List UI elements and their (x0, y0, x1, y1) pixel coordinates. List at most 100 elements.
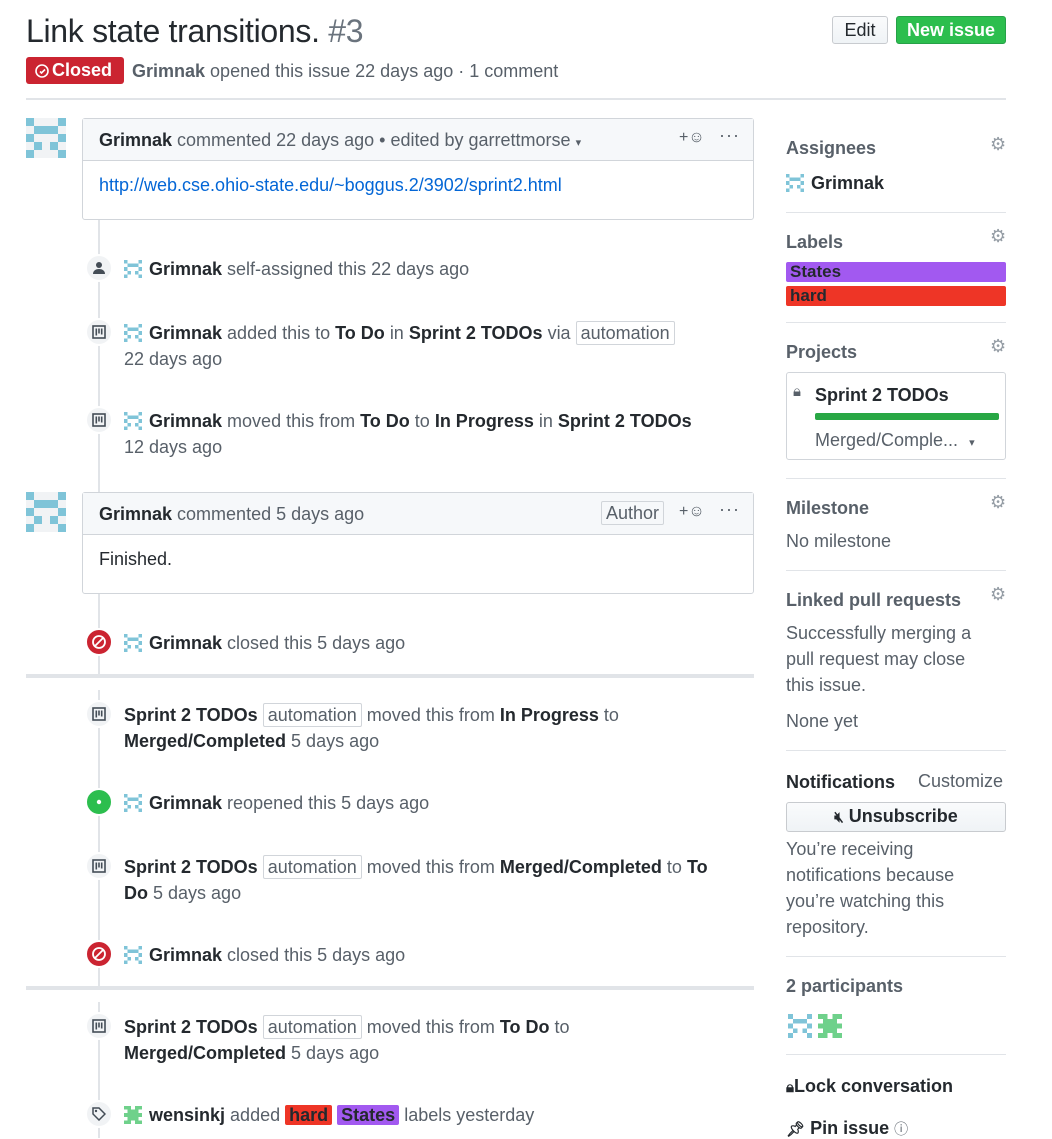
event-project-link[interactable]: Sprint 2 TODOs (409, 323, 543, 343)
project-icon (85, 852, 113, 880)
mini-avatar[interactable] (124, 945, 142, 964)
add-reaction-icon[interactable]: +☺ (679, 129, 705, 147)
edit-button[interactable]: Edit (832, 16, 888, 44)
event-actor[interactable]: Grimnak (149, 323, 222, 343)
event-text: in (389, 323, 404, 343)
unsubscribe-button[interactable]: 🔇︎ Unsubscribe (786, 802, 1006, 832)
issue-title-text: Link state transitions. (26, 13, 320, 49)
lock-icon: 🔒︎ (793, 383, 801, 400)
event-from-column: To Do (360, 411, 410, 431)
event-text: moved this from (366, 705, 495, 725)
comment-body: http://web.cse.ohio-state.edu/~boggus.2/… (83, 161, 753, 210)
project-icon (85, 1012, 113, 1040)
project-progress-fill (815, 413, 999, 420)
mini-avatar[interactable] (124, 323, 142, 342)
event-time[interactable]: 22 days ago (124, 349, 222, 369)
mini-avatar[interactable] (124, 259, 142, 278)
caret-down-icon[interactable]: ▾ (576, 137, 582, 149)
issue-author-link[interactable]: Grimnak (132, 61, 205, 81)
event-actor[interactable]: Grimnak (149, 633, 222, 653)
event-time[interactable]: 12 days ago (124, 437, 222, 457)
linked-prs-value: None yet (786, 711, 859, 731)
event-actor[interactable]: wensinkj (149, 1105, 225, 1125)
event-text: labels yesterday (404, 1105, 535, 1125)
comment-author[interactable]: Grimnak (99, 130, 172, 150)
info-icon[interactable]: ⓘ (894, 1121, 908, 1137)
comment-author[interactable]: Grimnak (99, 504, 172, 524)
comment-meta[interactable]: commented 22 days ago • edited by garret… (177, 130, 571, 150)
mini-avatar[interactable] (124, 411, 142, 430)
comment-meta[interactable]: commented 5 days ago (177, 504, 364, 524)
comment-link[interactable]: http://web.cse.ohio-state.edu/~boggus.2/… (99, 175, 562, 195)
notifications-desc-line: repository. (786, 917, 869, 937)
event-from-column: To Do (499, 1017, 550, 1037)
gear-icon[interactable]: ⚙ (990, 336, 1006, 357)
labels-heading[interactable]: Labels (786, 232, 843, 253)
event-to-column: Merged/Completed (124, 1043, 287, 1063)
sidebar-divider (786, 478, 1006, 479)
linked-prs-heading[interactable]: Linked pull requests (786, 590, 961, 611)
timeline-divider (26, 674, 754, 678)
event-text: closed this 5 days ago (227, 945, 406, 965)
project-name[interactable]: Sprint 2 TODOs (815, 385, 949, 406)
label-hard[interactable]: hard (285, 1105, 333, 1125)
tag-icon (85, 1100, 113, 1128)
sidebar-divider (786, 212, 1006, 213)
avatar[interactable] (26, 492, 66, 532)
assignees-heading[interactable]: Assignees (786, 138, 876, 159)
event-project-link[interactable]: Sprint 2 TODOs (124, 705, 258, 725)
gear-icon[interactable]: ⚙ (990, 492, 1006, 513)
add-reaction-icon[interactable]: +☺ (679, 503, 705, 521)
event-actor[interactable]: Grimnak (149, 945, 222, 965)
timeline-event-reopened: Grimnak reopened this 5 days ago (124, 790, 429, 816)
gear-icon[interactable]: ⚙ (990, 226, 1006, 247)
timeline-event-added-to-project: Grimnak added this to To Do in Sprint 2 … (124, 320, 744, 372)
milestone-heading[interactable]: Milestone (786, 498, 869, 519)
label-states[interactable]: States (786, 262, 1006, 282)
event-time[interactable]: 5 days ago (153, 883, 241, 903)
mini-avatar[interactable] (124, 1105, 142, 1124)
label-hard[interactable]: hard (786, 286, 1006, 306)
author-badge: Author (601, 501, 665, 525)
pin-issue-button[interactable]: 📌︎ Pin issue ⓘ (786, 1118, 908, 1139)
event-actor[interactable]: Grimnak (149, 411, 222, 431)
gear-icon[interactable]: ⚙ (990, 134, 1006, 155)
notifications-desc-line: You’re receiving (786, 839, 914, 859)
mini-avatar[interactable] (124, 793, 142, 812)
event-text: to (414, 411, 430, 431)
event-text: via (547, 323, 571, 343)
avatar[interactable] (26, 118, 66, 158)
linked-prs-desc-line: Successfully merging a (786, 623, 972, 643)
projects-heading[interactable]: Projects (786, 342, 857, 363)
event-time[interactable]: 5 days ago (291, 731, 379, 751)
gear-icon[interactable]: ⚙ (990, 584, 1006, 605)
project-column-select[interactable]: Merged/Comple... ▾ (815, 430, 975, 451)
comment-body: Finished. (99, 549, 173, 569)
assignee-name: Grimnak (811, 173, 885, 193)
project-icon (85, 318, 113, 346)
event-time[interactable]: 5 days ago (291, 1043, 379, 1063)
linked-prs-desc-line: this issue. (786, 675, 867, 695)
event-project-link[interactable]: Sprint 2 TODOs (124, 857, 258, 877)
event-column: To Do (335, 323, 385, 343)
event-actor[interactable]: Grimnak (149, 259, 222, 279)
new-issue-button[interactable]: New issue (896, 16, 1006, 44)
event-project-link[interactable]: Sprint 2 TODOs (558, 411, 692, 431)
issue-title: Link state transitions. #3 (26, 10, 364, 52)
event-actor[interactable]: Grimnak (149, 793, 222, 813)
assignee-item[interactable]: Grimnak (786, 173, 884, 194)
participant-avatar[interactable] (818, 1014, 842, 1038)
mini-avatar[interactable] (124, 633, 142, 652)
label-states[interactable]: States (337, 1105, 400, 1125)
more-options-icon[interactable]: ··· (719, 499, 740, 520)
timeline-event-labeled: wensinkj added hard States labels yester… (124, 1102, 534, 1128)
customize-link[interactable]: Customize (918, 768, 1003, 794)
participant-avatar[interactable] (788, 1014, 812, 1038)
sidebar-divider (786, 956, 1006, 957)
lock-conversation-button[interactable]: 🔒︎Lock conversation (786, 1076, 953, 1097)
event-project-link[interactable]: Sprint 2 TODOs (124, 1017, 258, 1037)
lock-conversation-label: Lock conversation (793, 1076, 954, 1096)
event-from-column: In Progress (499, 705, 599, 725)
more-options-icon[interactable]: ··· (719, 125, 740, 146)
sidebar-divider (786, 570, 1006, 571)
